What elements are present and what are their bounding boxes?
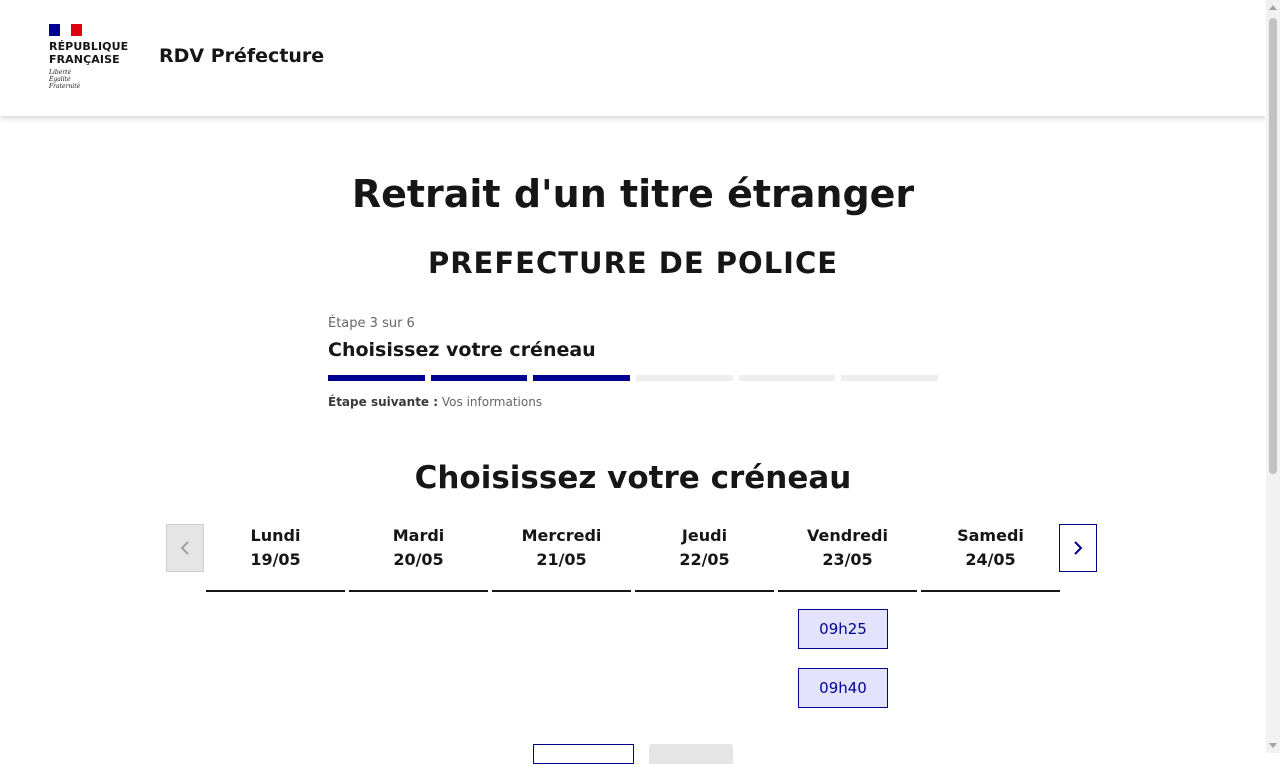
- day-name: Jeudi: [681, 526, 728, 545]
- republique-francaise-logo[interactable]: RÉPUBLIQUE FRANÇAISE Liberté Égalité Fra…: [49, 24, 139, 90]
- logo-title: RÉPUBLIQUE FRANÇAISE: [49, 40, 129, 66]
- step-state: Étape 3 sur 6: [328, 316, 415, 331]
- calendar-day-header: Jeudi 22/05: [635, 526, 774, 592]
- step-bar: [738, 375, 836, 381]
- service-name-link[interactable]: RDV Préfecture: [159, 45, 324, 67]
- step-bar: [328, 375, 425, 381]
- calendar-day-header: Mardi 20/05: [349, 526, 488, 592]
- page-title: Retrait d'un titre étranger: [351, 172, 915, 216]
- next-week-button[interactable]: [1059, 524, 1097, 572]
- next-step: Étape suivante : Vos informations: [328, 395, 938, 409]
- stepper: Étape 3 sur 6 Choisissez votre créneau É…: [328, 316, 939, 409]
- french-flag-icon: [49, 24, 82, 36]
- day-date: 21/05: [536, 550, 587, 569]
- chevron-left-icon: [180, 541, 189, 555]
- step-title: Choisissez votre créneau: [328, 339, 596, 361]
- time-slot-button[interactable]: 09h40: [798, 668, 888, 708]
- step-bar: [533, 375, 631, 381]
- calendar-day-header: Lundi 19/05: [206, 526, 345, 592]
- chevron-right-icon: [1074, 541, 1083, 555]
- step-bar: [430, 375, 528, 381]
- day-name: Samedi: [957, 526, 1024, 545]
- day-date: 20/05: [393, 550, 444, 569]
- day-name: Lundi: [250, 526, 301, 545]
- calendar-day-header: Mercredi 21/05: [492, 526, 631, 592]
- page-scrollbar[interactable]: [1266, 0, 1280, 753]
- time-slot-button[interactable]: 09h25: [798, 609, 888, 649]
- organization-title: PREFECTURE DE POLICE: [427, 246, 839, 280]
- scroll-thumb[interactable]: [1269, 18, 1277, 474]
- calendar-days: Lundi 19/05 Mardi 20/05 Mercredi 21/05 Jeudi 22…: [206, 526, 1060, 592]
- day-date: 23/05: [822, 550, 873, 569]
- next-step-value: Vos informations: [441, 395, 543, 409]
- site-header: RÉPUBLIQUE FRANÇAISE Liberté Égalité Fra…: [0, 0, 1266, 116]
- previous-step-button[interactable]: [533, 744, 634, 764]
- day-date: 22/05: [679, 550, 730, 569]
- scroll-down-icon[interactable]: [1269, 743, 1277, 748]
- day-name: Mardi: [392, 526, 445, 545]
- logo-motto: Liberté Égalité Fraternité: [49, 69, 81, 90]
- day-date: 19/05: [250, 550, 301, 569]
- day-name: Mercredi: [521, 526, 602, 545]
- calendar-day-header: Samedi 24/05: [921, 526, 1060, 592]
- step-bar: [636, 375, 733, 381]
- next-step-button[interactable]: [649, 744, 733, 764]
- day-name: Vendredi: [807, 526, 888, 545]
- day-date: 24/05: [965, 550, 1016, 569]
- step-progress: [328, 375, 939, 381]
- step-bar: [841, 375, 939, 381]
- calendar-day-header: Vendredi 23/05: [778, 526, 917, 592]
- next-step-label: Étape suivante :: [328, 395, 439, 409]
- scroll-up-icon[interactable]: [1269, 5, 1277, 10]
- previous-week-button[interactable]: [166, 524, 204, 572]
- calendar-section-title: Choisissez votre créneau: [414, 460, 852, 496]
